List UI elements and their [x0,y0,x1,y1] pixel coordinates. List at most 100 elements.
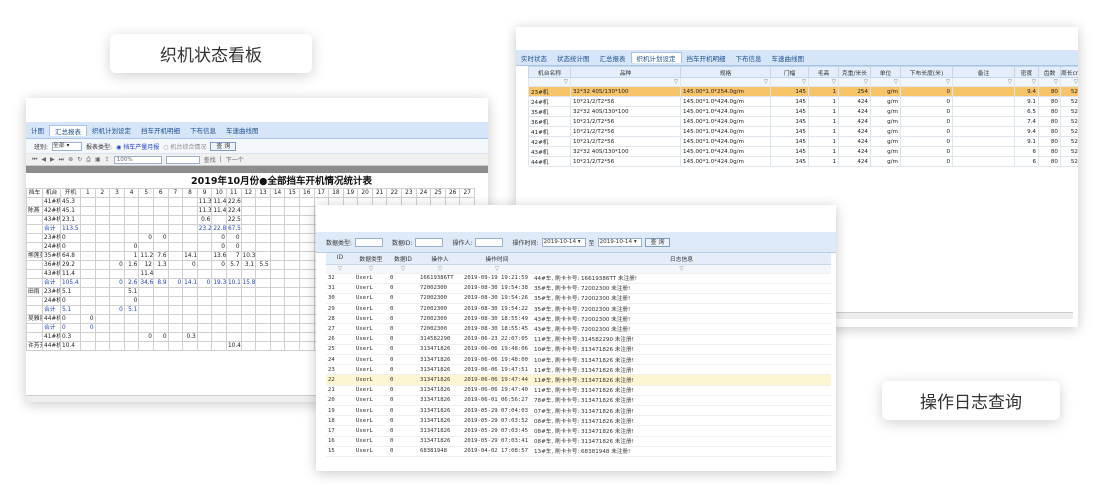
find-next-link[interactable]: 下一个 [226,155,244,164]
layout-icon[interactable]: ▣ [95,156,101,163]
plan-header-cell[interactable]: 下布长度(米) [900,66,953,78]
log-header-cell[interactable]: 数据类型 [354,253,388,265]
log-row[interactable]: 17 UserL 0 313471826 2019-05-29 07:03:45 08#车… [326,425,831,437]
log-header-cell[interactable]: ID [326,253,354,265]
log-row[interactable]: 30 UserL 0 72002300 2019-08-30 19:54:26 35#车,… [326,293,831,305]
plan-tab[interactable]: 汇总报表 [595,53,631,63]
log-row[interactable]: 24 UserL 0 313471826 2019-06-06 19:48:00 10#车… [326,354,831,366]
last-page-icon[interactable]: ⏭ [59,156,64,164]
log-row[interactable]: 15 UserL 0 68381948 2019-04-02 17:08:57 13#车,… [326,446,831,457]
find-input[interactable] [165,155,200,164]
log-row[interactable]: 23 UserL 0 313471826 2019-06-06 19:47:51 11#车… [326,364,831,376]
find-link[interactable]: 查找 [204,155,216,164]
log-row[interactable]: 26 UserL 0 314582290 2019-06-23 22:07:05 11#车… [326,334,831,345]
plan-tab[interactable]: 车速曲线图 [767,53,810,63]
refresh-icon[interactable]: ↻ [77,156,82,163]
report-type-radio-monthly[interactable]: ◉ 挡车产量月报 [116,142,159,151]
filter-icon[interactable]: ▽ [326,264,354,274]
log-row[interactable]: 28 UserL 0 72002300 2019-08-30 18:55:49 43#车,… [326,313,831,325]
plan-header-cell[interactable]: 毛高 [808,66,839,78]
plan-row[interactable]: 42#机 10*21/2/T2*56 145.00*1.0*424.0g/m 145 1… [528,136,1078,147]
filter-icon[interactable]: ▽ [354,264,388,274]
filter-icon[interactable]: ▽ [1014,77,1039,87]
log-header-cell[interactable]: 操作人 [418,253,462,265]
log-row[interactable]: 25 UserL 0 313471826 2019-06-06 19:48:06 10#车… [326,344,831,356]
log-row[interactable]: 18 UserL 0 313471826 2019-05-29 07:03:52 08#车… [326,415,831,427]
filter-icon[interactable]: ▽ [462,264,532,274]
report-tab[interactable]: 计图 [26,125,49,135]
plan-row[interactable]: 43#机 32*32 40S/130*100 145.00*1.0*424.0g/m… [528,146,1078,157]
filter-icon[interactable]: ▽ [808,77,839,87]
filter-icon[interactable]: ▽ [418,264,462,274]
plan-header-cell[interactable]: 品种 [570,66,681,78]
plan-header-cell[interactable]: 门幅 [770,66,809,78]
report-day-cell: 22.4 [225,206,242,216]
plan-row[interactable]: 23#机 32*32 40S/130*100 145.00*1.0*254.0g/m… [528,86,1078,97]
log-row[interactable]: 16 UserL 0 313471826 2019-05-29 07:03:41 08#车… [326,436,831,447]
data-type-input[interactable] [355,237,384,247]
filter-icon[interactable]: ▽ [570,77,681,87]
report-tab[interactable]: 车速曲线图 [221,125,264,135]
report-type-radio-machine[interactable]: ○ 机台综合情况 [163,142,206,151]
filter-icon[interactable]: ▽ [770,77,809,87]
filter-icon[interactable]: ▽ [900,77,953,87]
log-row[interactable]: 21 UserL 0 313471826 2019-06-06 19:47:40 11#车… [326,385,831,396]
plan-row[interactable]: 35#机 32*32 40S/130*100 145.00*1.0*424.0g/m… [528,106,1078,117]
log-row[interactable]: 29 UserL 0 72002300 2019-08-30 19:54:22 35#车,… [326,303,831,315]
log-header-cell[interactable]: 操作时间 [462,253,532,265]
report-tab[interactable]: 下布信息 [185,125,221,135]
log-row[interactable]: 20 UserL 0 313471826 2019-06-01 06:56:27 78#车… [326,395,831,406]
plan-row[interactable]: 41#机 10*21/2/T2*56 145.00*1.0*424.0g/m 145 1… [528,126,1078,137]
plan-header-cell[interactable]: 备注 [952,66,1015,78]
plan-header-cell[interactable]: 克重/米长 [838,66,871,78]
export-icon[interactable]: ⇪ [105,156,110,163]
plan-tab[interactable]: 状态统计图 [552,53,595,63]
log-row[interactable]: 19 UserL 0 313471826 2019-05-29 07:04:03 07#车… [326,405,831,417]
plan-tab[interactable]: 织机计划设定 [630,52,682,63]
filter-icon[interactable]: ▽ [1038,77,1061,87]
operator-input[interactable] [475,237,504,247]
plan-tab[interactable]: 实时状态 [516,53,552,63]
plan-tab[interactable]: 挡车开机明细 [682,53,731,63]
report-day-cell [196,260,213,270]
plan-header-cell[interactable]: 单位 [870,66,901,78]
plan-header-cell[interactable]: 密度 [1014,66,1039,78]
report-query-button[interactable]: 查 询 [210,141,237,151]
filter-icon[interactable]: ▽ [528,77,571,87]
log-header-cell[interactable]: 数据ID [388,253,418,265]
log-header-cell[interactable]: 日志信息 [532,253,831,265]
filter-icon[interactable]: ▽ [1060,77,1078,87]
data-id-input[interactable] [415,237,444,247]
first-page-icon[interactable]: ⏮ [32,156,37,164]
plan-row[interactable]: 44#机 10*21/2/T2*56 145.00*1.0*424.0g/m 145 1… [528,156,1078,167]
log-row[interactable]: 22 UserL 0 313471826 2019-06-06 19:47:44 11#车… [326,374,831,386]
plan-header-cell[interactable]: 齿数 [1038,66,1061,78]
filter-icon[interactable]: ▽ [532,264,831,274]
stop-icon[interactable]: ⊗ [68,156,73,163]
filter-icon[interactable]: ▽ [838,77,871,87]
report-tab[interactable]: 汇总报表 [49,124,87,136]
log-row[interactable]: 31 UserL 0 72002300 2019-08-30 19:54:38 35#车,… [326,283,831,294]
log-row[interactable]: 27 UserL 0 72002300 2019-08-30 18:55:45 43#车,… [326,323,831,335]
plan-header-cell[interactable]: 规格 [680,66,771,78]
report-tab[interactable]: 挡车开机明细 [136,125,185,135]
report-tab[interactable]: 织机计划设定 [87,125,136,135]
plan-header-cell[interactable]: 机台名称 [528,66,571,78]
prev-page-icon[interactable]: ◀ [41,156,46,163]
filter-icon[interactable]: ▽ [680,77,771,87]
filter-icon[interactable]: ▽ [388,264,418,274]
print-icon[interactable]: ⎙ [86,156,91,164]
next-page-icon[interactable]: ▶ [50,156,55,163]
log-row[interactable]: 32 UserL 0 16619386TT 2019-09-19 19:21:59 44#… [326,273,831,284]
zoom-select[interactable]: 100% [113,155,162,164]
filter-icon[interactable]: ▽ [952,77,1015,87]
plan-header-cell[interactable]: 周长cm [1060,66,1078,78]
date-from-input[interactable]: 2019-10-14 ▾ [541,237,586,247]
log-query-button[interactable]: 查 询 [644,237,671,247]
group-select[interactable]: 全部 ▾ [52,141,83,151]
plan-tab[interactable]: 下布信息 [731,53,767,63]
filter-icon[interactable]: ▽ [870,77,901,87]
plan-row[interactable]: 36#机 10*21/2/T2*56 145.00*1.0*424.0g/m 145 1… [528,116,1078,127]
plan-row[interactable]: 24#机 10*21/2/T2*56 145.00*1.0*424.0g/m 145 1… [528,96,1078,107]
date-to-input[interactable]: 2019-10-14 ▾ [597,237,642,247]
